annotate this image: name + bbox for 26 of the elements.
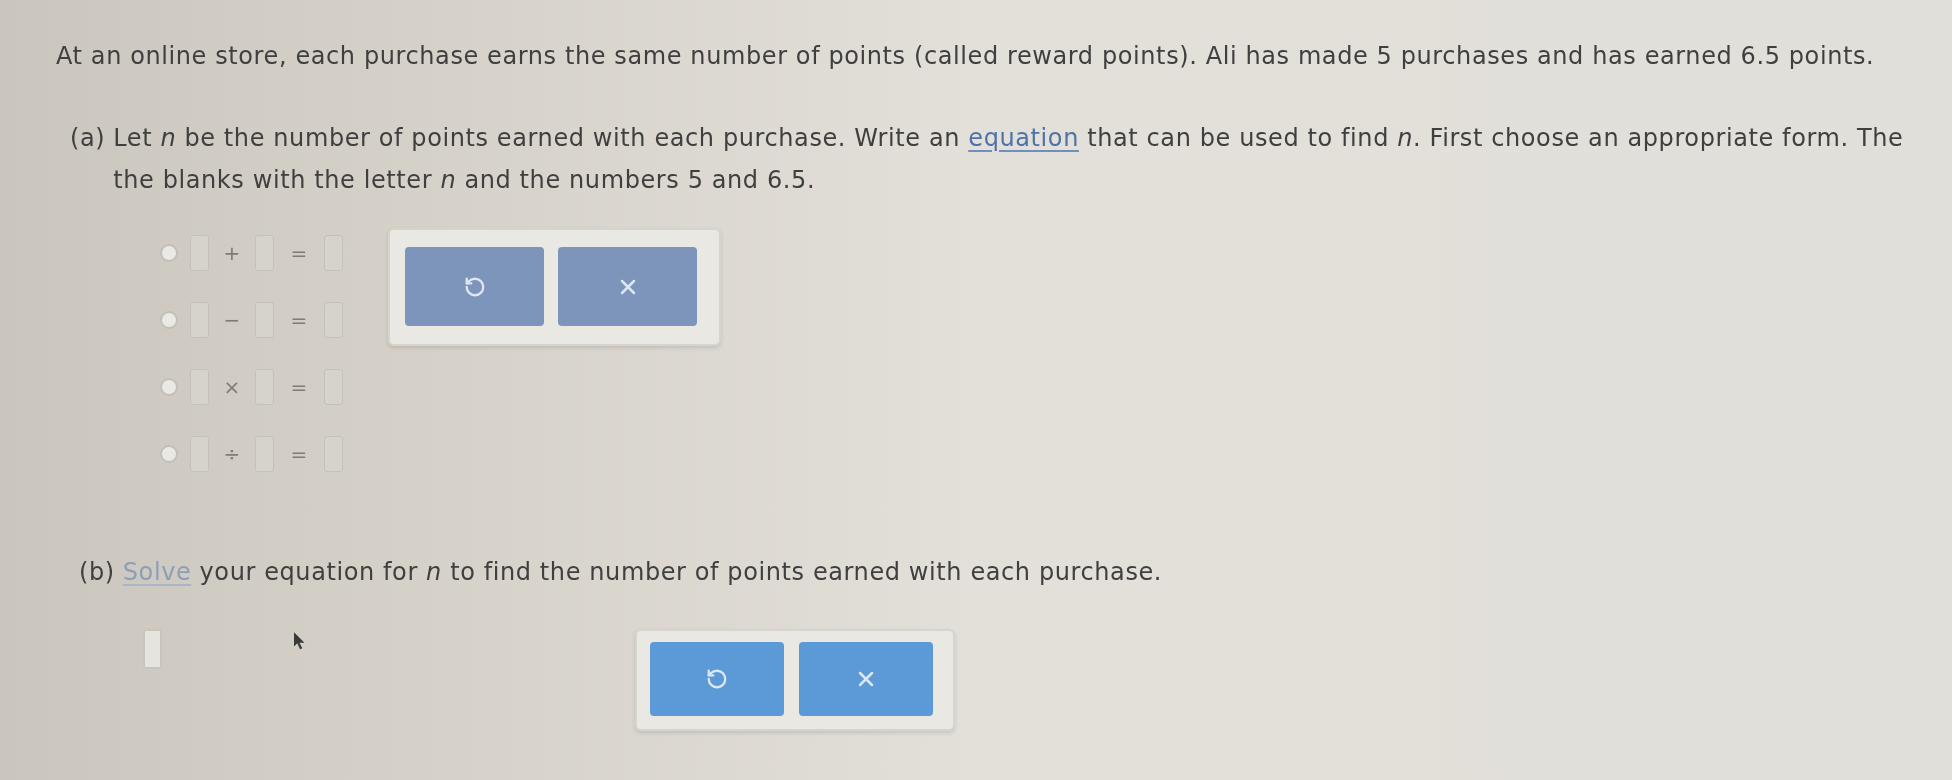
clear-button[interactable] (799, 642, 933, 716)
operator-sign: + (222, 240, 242, 267)
mouse-pointer-icon (294, 632, 305, 650)
equals-sign: = (289, 374, 309, 401)
undo-button[interactable] (405, 247, 544, 326)
equals-sign: = (289, 307, 309, 334)
radio-button[interactable] (160, 378, 178, 396)
answer-field[interactable] (143, 629, 162, 669)
undo-icon (706, 668, 728, 690)
question-text: Let n be the number of points earned with each purchase. Write an equation that can be used to find n. First choose an appropriate form. The the blanks with the letter n and the numbers 5 and 6.5. (113, 123, 1904, 196)
radio-button[interactable] (160, 445, 178, 463)
radio-button[interactable] (160, 244, 178, 262)
problem-text: At an online store, each purchase earns the same number of points (called reward points). Ali has made 5 purchases and has earned 6.5 points. (56, 41, 1876, 71)
operator-sign: − (222, 307, 242, 334)
equals-sign: = (289, 240, 309, 267)
part-label: (a) (70, 123, 106, 154)
operator-sign: × (222, 374, 242, 401)
clear-button[interactable] (558, 247, 697, 326)
equals-sign: = (289, 441, 309, 468)
undo-icon (463, 275, 486, 298)
radio-button[interactable] (160, 311, 178, 329)
question-text: Solve your equation for n to find the number of points earned with each purchase. (122, 557, 1163, 587)
operator-sign: ÷ (222, 441, 242, 468)
undo-button[interactable] (650, 642, 784, 716)
term-link[interactable]: equation (968, 124, 1079, 152)
part-label: (b) (79, 557, 115, 587)
